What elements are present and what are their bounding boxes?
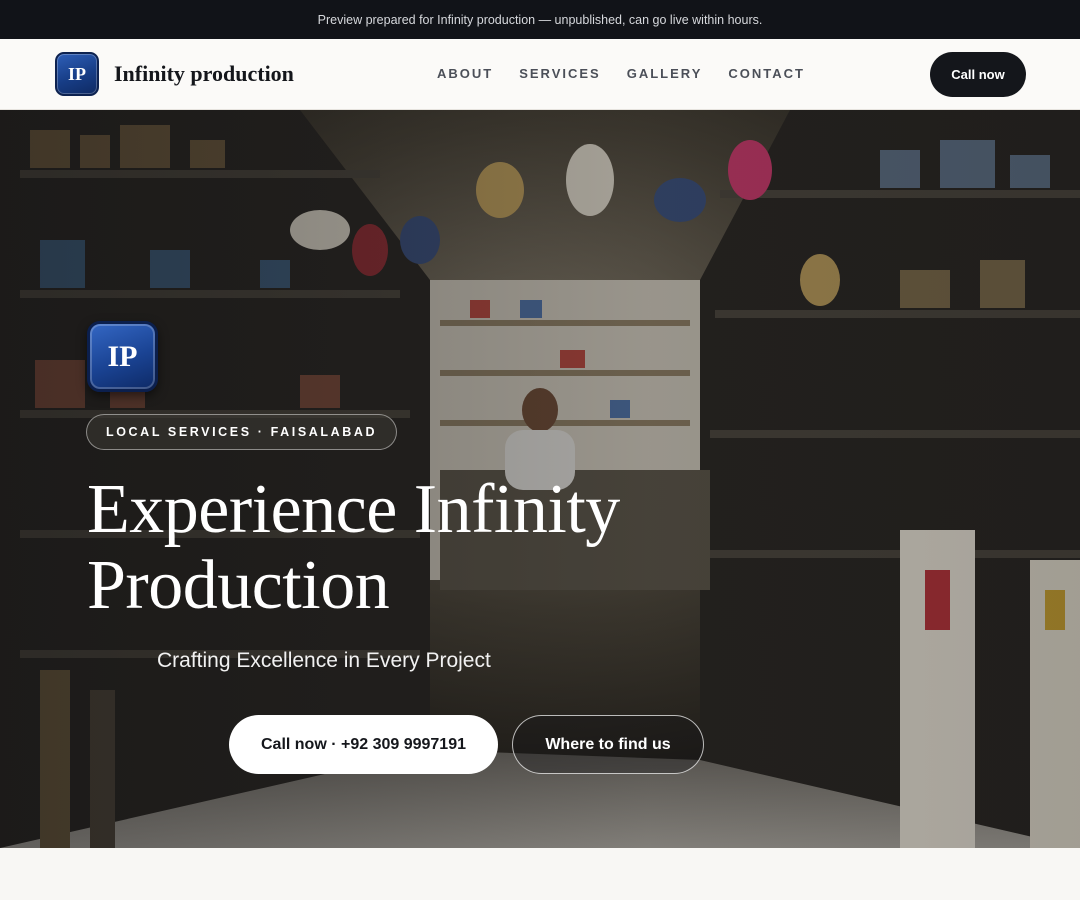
brand-logo[interactable]: IP [55, 52, 99, 96]
find-us-button[interactable]: Where to find us [512, 715, 704, 774]
hero-logo: IP [87, 321, 158, 392]
nav-gallery[interactable]: GALLERY [627, 66, 703, 81]
site-header: IP Infinity production ABOUT SERVICES GA… [0, 39, 1080, 110]
location-badge: LOCAL SERVICES · FAISALABAD [86, 414, 398, 450]
hero-title-line-1: Experience Infinity [87, 471, 620, 548]
hero-logo-initials: IP [107, 339, 138, 373]
hero-subtitle: Crafting Excellence in Every Project [157, 649, 491, 672]
main-nav: ABOUT SERVICES GALLERY CONTACT [437, 66, 805, 81]
hero-title-line-2: Production [87, 547, 390, 624]
preview-banner: Preview prepared for Infinity production… [0, 0, 1080, 39]
nav-contact[interactable]: CONTACT [728, 66, 805, 81]
brand-logo-initials: IP [68, 63, 86, 84]
brand-name[interactable]: Infinity production [114, 61, 294, 87]
nav-about[interactable]: ABOUT [437, 66, 493, 81]
nav-services[interactable]: SERVICES [519, 66, 601, 81]
preview-banner-text: Preview prepared for Infinity production… [317, 12, 763, 27]
hero-title: Experience Infinity Production [87, 472, 787, 624]
header-call-button[interactable]: Call now [930, 52, 1026, 97]
call-phone-button[interactable]: Call now · +92 309 9997191 [229, 715, 498, 774]
hero-section: IP LOCAL SERVICES · FAISALABAD Experienc… [0, 110, 1080, 848]
